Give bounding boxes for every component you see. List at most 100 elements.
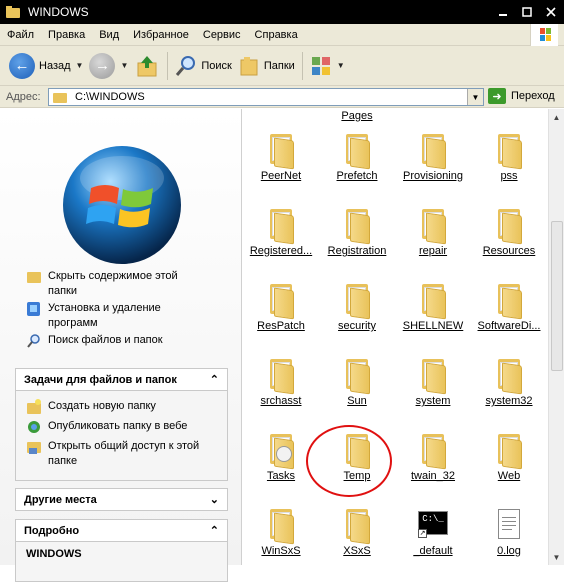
menu-view[interactable]: Вид (92, 29, 126, 41)
chevron-down-icon[interactable]: ▼ (467, 89, 483, 105)
scroll-thumb[interactable] (551, 221, 563, 371)
search-files-link[interactable]: Поиск файлов и папок (26, 333, 198, 349)
go-label: Переход (511, 90, 555, 102)
shortcut-item[interactable]: C:\_ ↗ _default (395, 507, 471, 557)
file-name: Prefetch (336, 170, 378, 182)
folder-icon (266, 132, 296, 170)
web-publish-label: Опубликовать папку в вебе (48, 420, 188, 432)
folder-item[interactable]: SoftwareDi... (471, 282, 547, 332)
new-folder-label: Создать новую папку (48, 400, 156, 412)
folder-item[interactable]: Pages (319, 109, 395, 122)
folder-icon (418, 132, 448, 170)
file-name: Registered... (249, 245, 313, 257)
address-input[interactable]: C:\WINDOWS ▼ (48, 88, 484, 106)
details-panel: Подробно ⌃ WINDOWS (15, 519, 228, 582)
folder-item[interactable]: WinSxS (243, 507, 319, 557)
file-list: Pages PeerNet Prefetch Provisioning pss Regis… (243, 109, 548, 565)
scroll-down-icon[interactable]: ▼ (549, 549, 564, 565)
folder-icon (418, 432, 448, 470)
folder-icon (53, 92, 67, 103)
file-name: system (415, 395, 451, 407)
search-files-label: Поиск файлов и папок (48, 334, 163, 346)
chevron-up-icon[interactable]: ⌃ (210, 373, 219, 386)
add-remove-programs-link[interactable]: Установка и удаление программ (26, 301, 198, 331)
details-header[interactable]: Подробно ⌃ (15, 519, 228, 542)
go-button[interactable]: ➜ Переход (488, 88, 555, 104)
back-arrow-icon: ← (9, 52, 35, 79)
scroll-up-icon[interactable]: ▲ (549, 109, 564, 125)
menu-file[interactable]: Файл (0, 29, 41, 41)
folder-item[interactable]: ResPatch (243, 282, 319, 332)
back-button[interactable]: ← Назад ▼ (6, 48, 86, 84)
folder-item[interactable]: srchasst (243, 357, 319, 407)
file-name: twain_32 (410, 470, 456, 482)
folder-icon (418, 357, 448, 395)
folder-item[interactable]: twain_32 (395, 432, 471, 482)
folder-item[interactable]: repair (395, 207, 471, 257)
folder-icon (342, 432, 372, 470)
hide-folder-contents-link[interactable]: Скрыть содержимое этой папки (26, 269, 198, 299)
new-folder-link[interactable]: Создать новую папку (26, 399, 156, 415)
share-folder-link[interactable]: Открыть общий доступ к этой папке (26, 439, 218, 469)
folder-icon (266, 282, 296, 320)
chevron-down-icon[interactable]: ▼ (120, 61, 128, 70)
menu-favorites[interactable]: Избранное (126, 29, 196, 41)
file-name: WinSxS (261, 545, 301, 557)
folders-icon (240, 56, 258, 75)
file-name: 0.log (497, 545, 521, 557)
other-places-title: Другие места (24, 493, 97, 506)
folder-item[interactable]: Registered... (243, 207, 319, 257)
minimize-icon (499, 14, 507, 16)
close-button[interactable] (540, 1, 562, 23)
minimize-button[interactable] (492, 1, 514, 23)
folder-icon (418, 282, 448, 320)
file-name: _default (413, 545, 453, 557)
folder-item[interactable]: XSxS (319, 507, 395, 557)
folder-item[interactable]: Provisioning (395, 132, 471, 182)
file-name: Provisioning (403, 170, 463, 182)
folder-item[interactable]: Registration (319, 207, 395, 257)
web-publish-link[interactable]: Опубликовать папку в вебе (26, 419, 187, 435)
log-file-icon (494, 507, 524, 543)
folder-item[interactable]: Sun (319, 357, 395, 407)
vertical-scrollbar[interactable]: ▲ ▼ (548, 109, 564, 565)
folders-button[interactable]: Папки (235, 48, 298, 84)
maximize-button[interactable] (516, 1, 538, 23)
folder-icon (342, 132, 372, 170)
folder-item[interactable]: Web (471, 432, 547, 482)
forward-arrow-icon: → (89, 52, 116, 79)
search-button[interactable]: Поиск (172, 48, 234, 84)
folder-icon (342, 507, 372, 545)
folder-item[interactable]: Prefetch (319, 132, 395, 182)
folder-item[interactable]: security (319, 282, 395, 332)
menu-tools[interactable]: Сервис (196, 29, 248, 41)
chevron-down-icon[interactable]: ▼ (337, 61, 345, 70)
menu-edit[interactable]: Правка (41, 29, 92, 41)
search-icon (176, 55, 196, 76)
folder-item[interactable]: system (395, 357, 471, 407)
file-item[interactable]: 0.log (471, 507, 547, 557)
folder-item[interactable]: Resources (471, 207, 547, 257)
up-folder-button[interactable] (131, 48, 163, 84)
folder-item[interactable]: Temp (319, 432, 395, 482)
folders-label: Папки (263, 59, 295, 72)
folder-item[interactable]: pss (471, 132, 547, 182)
chevron-down-icon[interactable]: ⌄ (210, 493, 219, 506)
folder-item[interactable]: system32 (471, 357, 547, 407)
chevron-up-icon[interactable]: ⌃ (210, 524, 219, 537)
file-name: ResPatch (257, 320, 305, 332)
other-places-header[interactable]: Другие места ⌄ (15, 488, 228, 511)
folder-icon (494, 282, 524, 320)
folder-icon (494, 132, 524, 170)
folder-item[interactable]: Tasks (243, 432, 319, 482)
file-tasks-header[interactable]: Задачи для файлов и папок ⌃ (15, 368, 228, 391)
forward-button[interactable]: → ▼ (86, 48, 131, 84)
menu-help[interactable]: Справка (248, 29, 305, 41)
folder-item[interactable]: PeerNet (243, 132, 319, 182)
views-button[interactable]: ▼ (307, 48, 348, 84)
folder-icon (266, 507, 296, 545)
up-folder-icon (137, 55, 157, 76)
folder-icon (342, 282, 372, 320)
chevron-down-icon[interactable]: ▼ (76, 61, 84, 70)
folder-item[interactable]: SHELLNEW (395, 282, 471, 332)
